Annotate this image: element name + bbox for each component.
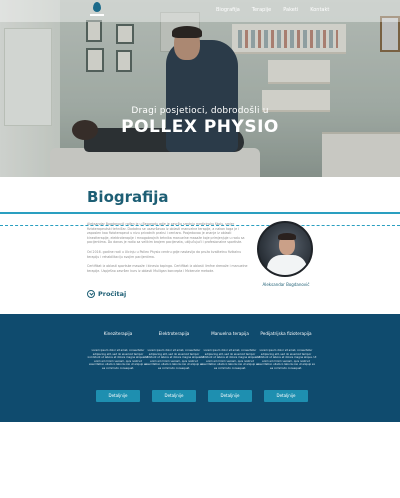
bio-divider [0, 212, 400, 214]
bio-paragraph: Certifikat iz oblasti sportske masaže i … [87, 264, 248, 273]
bio-text: Aleksandar Bogdanović rođen je u Beograd… [87, 222, 251, 278]
hero-subtitle: Dragi posjetioci, dobrodošli u [131, 106, 269, 116]
service-text: Lorem ipsum dolor sit amet, consectetur … [87, 349, 149, 370]
avatar-hair [278, 233, 296, 240]
nav-links: Biografija Terapije Paketi Kontakt [216, 7, 329, 13]
hero-title: POLLEX PHYSIO [121, 117, 279, 137]
service-details-button[interactable]: Detaljnije [152, 390, 196, 402]
avatar-shirt [267, 255, 307, 275]
therapist-avatar [257, 221, 313, 277]
page: Biografija Terapije Paketi Kontakt Dragi… [0, 0, 400, 498]
page-bottom-space [0, 422, 400, 498]
hero-banner: Biografija Terapije Paketi Kontakt Dragi… [0, 0, 400, 177]
chevron-down-circle-icon [87, 290, 95, 298]
service-title: Elektroterapija [158, 331, 190, 336]
nav-link-terapije[interactable]: Terapije [252, 7, 271, 13]
hero-overlay [0, 0, 400, 177]
nav-link-paketi[interactable]: Paketi [283, 7, 298, 13]
services-section: Kineziterapija Lorem ipsum dolor sit ame… [0, 314, 400, 422]
service-title: Kineziterapija [103, 331, 133, 336]
service-text: Lorem ipsum dolor sit amet, consectetur … [143, 349, 205, 370]
logo-icon[interactable] [90, 2, 104, 18]
service-details-button[interactable]: Detaljnije [96, 390, 140, 402]
logo-drop [93, 2, 101, 12]
read-more-link[interactable]: Pročitaj [87, 290, 126, 298]
service-text: Lorem ipsum dolor sit amet, consectetur … [199, 349, 261, 370]
bio-paragraph: Od 2016. godine radi u Ulcinju u Pollex … [87, 249, 242, 259]
read-more-label: Pročitaj [98, 290, 127, 298]
bio-heading: Biografija [87, 188, 169, 206]
service-text: Lorem ipsum dolor sit amet, consectetur … [255, 349, 317, 370]
top-navbar: Biografija Terapije Paketi Kontakt [0, 0, 400, 22]
bio-paragraph: Aleksandar Bogdanović rođen je u Beograd… [87, 222, 245, 245]
service-title: Manuelna terapija [211, 331, 249, 336]
service-details-button[interactable]: Detaljnije [264, 390, 308, 402]
logo-underline [90, 14, 104, 16]
nav-link-biografija[interactable]: Biografija [216, 7, 240, 13]
therapist-name: Aleksandar Bogdanović [262, 282, 310, 287]
nav-link-kontakt[interactable]: Kontakt [310, 7, 329, 13]
service-title: Pedijatrijska fizioterapija [260, 331, 312, 336]
service-details-button[interactable]: Detaljnije [208, 390, 252, 402]
